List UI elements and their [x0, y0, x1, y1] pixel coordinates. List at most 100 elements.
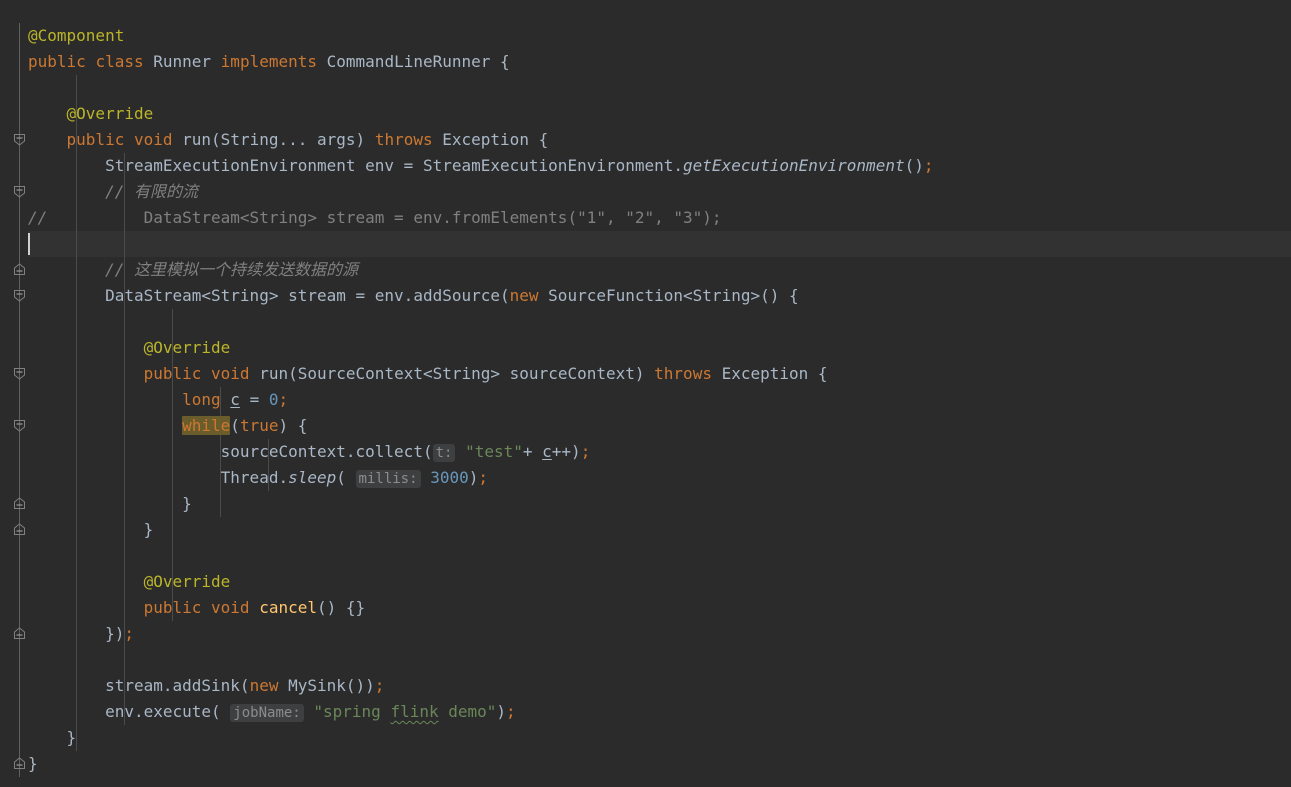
- code-line[interactable]: @Component: [28, 23, 124, 49]
- inlay-parameter-hint[interactable]: millis:: [355, 470, 421, 488]
- token-identifier: [421, 468, 431, 487]
- code-line[interactable]: DataStream<String> stream = env.addSourc…: [28, 283, 799, 309]
- token-identifier: }: [28, 754, 38, 773]
- code-line[interactable]: public void run(String... args) throws E…: [28, 127, 549, 153]
- code-line[interactable]: public class Runner implements CommandLi…: [28, 49, 510, 75]
- token-identifier: [28, 416, 182, 435]
- token-local-variable: c: [542, 442, 552, 461]
- token-identifier: (: [230, 416, 240, 435]
- inlay-parameter-hint[interactable]: jobName:: [230, 704, 304, 722]
- fold-collapse-icon[interactable]: [12, 366, 27, 381]
- token-keyword: class: [95, 52, 154, 71]
- code-line[interactable]: @Override: [28, 101, 154, 127]
- token-keyword: public: [143, 598, 212, 617]
- code-line[interactable]: }: [28, 751, 38, 777]
- token-static-call: getExecutionEnvironment: [683, 156, 905, 175]
- code-line[interactable]: while(true) {: [28, 413, 307, 439]
- token-identifier: (SourceContext<String> sourceContext): [288, 364, 655, 383]
- token-static-call: sleep: [288, 468, 337, 487]
- token-commented-code: DataStream<String> stream = env.fromElem…: [28, 208, 722, 227]
- code-line[interactable]: sourceContext.collect(t: "test"+ c++);: [28, 439, 590, 465]
- code-line[interactable]: [28, 309, 38, 335]
- inlay-parameter-hint[interactable]: t:: [432, 444, 456, 462]
- code-line[interactable]: public void run(SourceContext<String> so…: [28, 361, 828, 387]
- token-identifier: }): [28, 624, 125, 643]
- fold-expand-end-icon[interactable]: [12, 756, 27, 771]
- token-keyword: true: [239, 416, 279, 435]
- code-line[interactable]: @Override: [28, 335, 231, 361]
- token-identifier: ) {: [278, 416, 308, 435]
- code-line[interactable]: [28, 647, 38, 673]
- token-method-declaration: cancel: [259, 598, 317, 617]
- code-line[interactable]: }: [28, 491, 192, 517]
- text-caret: [28, 233, 30, 255]
- token-identifier: MySink()): [288, 676, 375, 695]
- fold-expand-end-icon[interactable]: [12, 522, 27, 537]
- token-annotation: @Override: [28, 338, 231, 357]
- token-string: "spring: [313, 702, 391, 721]
- code-line[interactable]: [28, 543, 38, 569]
- token-identifier: stream.addSink(: [28, 676, 250, 695]
- token-identifier: (String... args): [211, 130, 375, 149]
- fold-collapse-icon[interactable]: [12, 288, 27, 303]
- token-keyword: public: [28, 52, 96, 71]
- code-line[interactable]: // 有限的流: [28, 179, 198, 205]
- token-semicolon: ;: [278, 390, 289, 409]
- token-identifier: }: [28, 728, 77, 747]
- token-semicolon: ;: [374, 676, 385, 695]
- fold-expand-end-icon[interactable]: [12, 496, 27, 511]
- token-annotation: @Component: [28, 26, 125, 45]
- token-identifier: Exception {: [721, 364, 828, 383]
- token-local-variable: c: [230, 390, 240, 409]
- token-identifier: ): [468, 468, 479, 487]
- token-identifier: Exception {: [442, 130, 549, 149]
- token-identifier: [28, 260, 105, 279]
- token-identifier: (): [904, 156, 924, 175]
- fold-collapse-icon[interactable]: [12, 132, 27, 147]
- token-keyword: long: [182, 390, 231, 409]
- token-keyword: public: [66, 130, 134, 149]
- fold-expand-end-icon[interactable]: [12, 626, 27, 641]
- token-identifier: }: [28, 494, 192, 513]
- token-keyword: public: [143, 364, 212, 383]
- code-line[interactable]: });: [28, 621, 134, 647]
- code-line[interactable]: long c = 0;: [28, 387, 288, 413]
- token-identifier: [304, 702, 314, 721]
- code-line[interactable]: StreamExecutionEnvironment env = StreamE…: [28, 153, 933, 179]
- token-keyword: implements: [220, 52, 327, 71]
- token-keyword: new: [509, 286, 549, 305]
- code-line[interactable]: }: [28, 725, 77, 751]
- fold-gutter[interactable]: [0, 0, 28, 787]
- fold-collapse-icon[interactable]: [12, 184, 27, 199]
- code-line[interactable]: // 这里模拟一个持续发送数据的源: [28, 257, 358, 283]
- token-identifier: Thread.: [28, 468, 289, 487]
- fold-expand-end-icon[interactable]: [12, 262, 27, 277]
- code-surface[interactable]: @Component public class Runner implements…: [0, 0, 1291, 787]
- token-keyword: throws: [374, 130, 443, 149]
- token-semicolon: ;: [506, 702, 516, 721]
- code-line[interactable]: env.execute( jobName: "spring flink demo…: [28, 699, 516, 725]
- token-keyword: new: [249, 676, 289, 695]
- token-identifier: run: [182, 130, 212, 149]
- token-identifier: sourceContext.collect(: [28, 442, 433, 461]
- token-string: demo": [438, 702, 497, 721]
- code-line[interactable]: public void cancel() {}: [28, 595, 366, 621]
- token-keyword: void: [211, 598, 260, 617]
- token-identifier: }: [28, 520, 154, 539]
- token-semicolon: ;: [478, 468, 488, 487]
- token-identifier: StreamExecutionEnvironment env = StreamE…: [28, 156, 684, 175]
- gutter-comment-marker: //: [28, 208, 48, 227]
- current-line-highlight: [0, 231, 1291, 257]
- code-line[interactable]: @Override: [28, 569, 231, 595]
- code-line[interactable]: }: [28, 517, 154, 543]
- code-line[interactable]: DataStream<String> stream = env.fromElem…: [28, 205, 722, 231]
- code-line[interactable]: stream.addSink(new MySink());: [28, 673, 384, 699]
- token-identifier: () {}: [317, 598, 366, 617]
- fold-collapse-icon[interactable]: [12, 418, 27, 433]
- code-line[interactable]: Thread.sleep( millis: 3000);: [28, 465, 488, 491]
- token-identifier: Runner: [153, 52, 221, 71]
- code-editor[interactable]: @Component public class Runner implements…: [0, 0, 1291, 787]
- code-line[interactable]: [28, 75, 38, 101]
- token-identifier: [28, 364, 144, 383]
- token-semicolon: ;: [580, 442, 591, 461]
